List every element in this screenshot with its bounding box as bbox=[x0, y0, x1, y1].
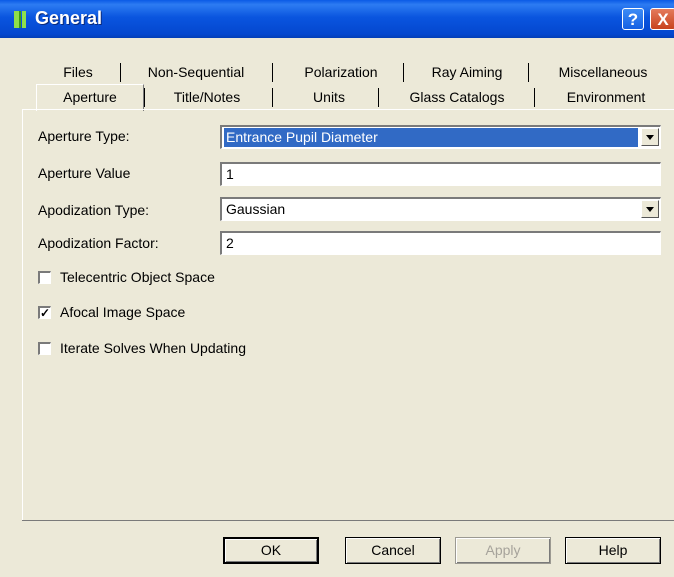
window-title: General bbox=[35, 8, 103, 28]
tab-divider bbox=[378, 88, 379, 107]
app-logo-icon bbox=[14, 11, 21, 28]
tab-divider bbox=[272, 63, 273, 82]
tab-aperture[interactable]: Aperture bbox=[36, 87, 144, 107]
afocal-image-space-checkbox[interactable]: ✓ bbox=[38, 306, 51, 319]
apodization-type-label: Apodization Type: bbox=[38, 202, 150, 218]
afocal-image-space-label: Afocal Image Space bbox=[60, 304, 186, 320]
aperture-type-label: Aperture Type: bbox=[38, 128, 130, 144]
chevron-down-icon[interactable] bbox=[641, 200, 659, 218]
ok-button[interactable]: OK bbox=[223, 537, 319, 564]
tab-glass-catalogs[interactable]: Glass Catalogs bbox=[392, 87, 522, 107]
tab-miscellaneous[interactable]: Miscellaneous bbox=[540, 62, 666, 82]
panel-edge bbox=[22, 109, 23, 521]
tab-divider bbox=[528, 63, 529, 82]
apodization-factor-label: Apodization Factor: bbox=[38, 235, 159, 251]
tab-ray-aiming[interactable]: Ray Aiming bbox=[412, 62, 522, 82]
aperture-value-label: Aperture Value bbox=[38, 165, 131, 181]
tab-title-notes[interactable]: Title/Notes bbox=[152, 87, 262, 107]
aperture-type-value: Entrance Pupil Diameter bbox=[224, 128, 638, 147]
tab-non-sequential[interactable]: Non-Sequential bbox=[134, 62, 258, 82]
tab-divider bbox=[144, 88, 145, 107]
chevron-down-icon[interactable] bbox=[641, 128, 659, 146]
apodization-factor-input[interactable]: 2 bbox=[220, 231, 661, 255]
tab-environment[interactable]: Environment bbox=[542, 87, 670, 107]
tab-divider bbox=[272, 88, 273, 107]
panel-edge bbox=[22, 520, 674, 521]
help-icon[interactable]: ? bbox=[622, 8, 644, 30]
tab-files[interactable]: Files bbox=[56, 62, 100, 82]
title-bar[interactable]: General ? X bbox=[0, 0, 674, 38]
panel-edge bbox=[22, 109, 674, 110]
close-icon[interactable]: X bbox=[650, 8, 674, 30]
aperture-type-select[interactable]: Entrance Pupil Diameter bbox=[220, 125, 661, 149]
app-logo-icon-part bbox=[22, 11, 26, 28]
telecentric-object-space-label: Telecentric Object Space bbox=[60, 269, 215, 285]
apodization-type-value: Gaussian bbox=[226, 201, 286, 217]
telecentric-object-space-checkbox[interactable] bbox=[38, 271, 51, 284]
tab-units[interactable]: Units bbox=[282, 87, 376, 107]
tab-polarization[interactable]: Polarization bbox=[286, 62, 396, 82]
cancel-button[interactable]: Cancel bbox=[345, 537, 441, 564]
aperture-value-input[interactable]: 1 bbox=[220, 162, 661, 186]
apodization-type-select[interactable]: Gaussian bbox=[220, 197, 661, 221]
help-button[interactable]: Help bbox=[565, 537, 661, 564]
tab-divider bbox=[120, 63, 121, 82]
iterate-solves-label: Iterate Solves When Updating bbox=[60, 340, 246, 356]
tab-divider bbox=[534, 88, 535, 107]
tab-divider bbox=[403, 63, 404, 82]
apply-button[interactable]: Apply bbox=[455, 537, 551, 564]
iterate-solves-checkbox[interactable] bbox=[38, 342, 51, 355]
